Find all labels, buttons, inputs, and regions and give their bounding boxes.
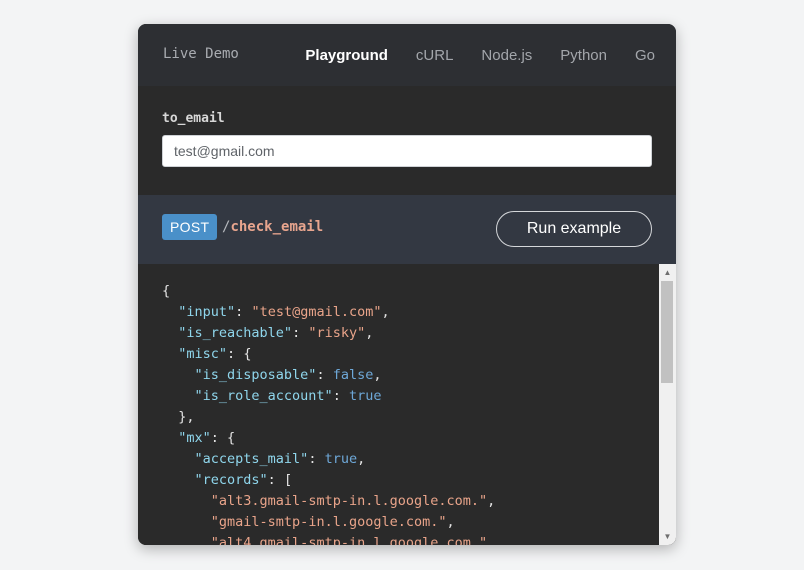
json-boolean: true <box>348 388 382 404</box>
vertical-scrollbar[interactable]: ▲ ▼ <box>659 264 676 545</box>
tab-go[interactable]: Go <box>635 47 655 64</box>
json-string: "alt3.gmail-smtp-in.l.google.com." <box>210 493 488 509</box>
json-brace: }, <box>178 409 195 425</box>
json-string: "risky" <box>308 325 366 341</box>
scrollbar-thumb[interactable] <box>661 281 673 383</box>
http-method-badge: POST <box>162 214 218 240</box>
json-brace: { <box>227 430 236 446</box>
tab-python[interactable]: Python <box>560 47 607 64</box>
tab-curl[interactable]: cURL <box>416 47 454 64</box>
json-string: "gmail-smtp-in.l.google.com." <box>210 514 447 530</box>
json-key: "is_role_account" <box>194 388 333 404</box>
json-key: "is_reachable" <box>178 325 293 341</box>
live-demo-card: Live Demo Playground cURL Node.js Python… <box>138 24 676 545</box>
endpoint-path: /check_email <box>222 219 323 235</box>
request-form: to_email <box>138 86 676 195</box>
json-key: "accepts_mail" <box>194 451 309 467</box>
code-line: { <box>162 283 171 299</box>
json-string: "alt4.gmail-smtp-in.l.google.com." <box>210 535 488 545</box>
json-bracket: [ <box>283 472 293 488</box>
json-brace: { <box>243 346 252 362</box>
json-string: "test@gmail.com" <box>251 304 382 320</box>
json-key: "is_disposable" <box>194 367 317 383</box>
to-email-input[interactable] <box>162 135 652 167</box>
json-boolean: false <box>332 367 374 383</box>
scroll-up-arrow-icon[interactable]: ▲ <box>659 264 676 281</box>
tab-playground[interactable]: Playground <box>305 47 388 64</box>
brand-title: Live Demo <box>163 46 239 62</box>
endpoint-path-name: check_email <box>230 219 324 235</box>
json-key: "misc" <box>178 346 228 362</box>
endpoint-bar: POST /check_email Run example <box>138 195 676 264</box>
run-example-button[interactable]: Run example <box>496 211 652 247</box>
to-email-label: to_email <box>162 111 225 126</box>
json-key: "mx" <box>178 430 211 446</box>
language-tabs: Playground cURL Node.js Python Go <box>305 24 676 86</box>
response-panel: { "input": "test@gmail.com", "is_reachab… <box>138 264 676 545</box>
json-response: { "input": "test@gmail.com", "is_reachab… <box>162 281 495 545</box>
tab-nodejs[interactable]: Node.js <box>481 47 532 64</box>
json-key: "input" <box>178 304 236 320</box>
json-key: "records" <box>194 472 268 488</box>
scroll-down-arrow-icon[interactable]: ▼ <box>659 528 676 545</box>
demo-header: Live Demo Playground cURL Node.js Python… <box>138 24 676 86</box>
json-boolean: true <box>324 451 358 467</box>
